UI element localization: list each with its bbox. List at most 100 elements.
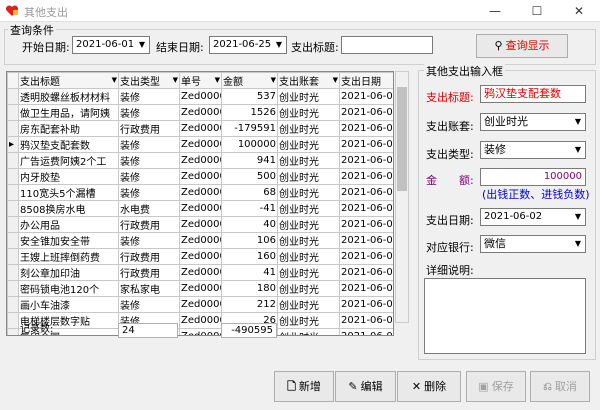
row-marker[interactable]	[7, 88, 19, 105]
table-cell[interactable]: 2021-06-06	[339, 280, 393, 297]
row-marker[interactable]	[7, 296, 19, 313]
table-cell[interactable]: 2021-06-04	[339, 168, 393, 185]
table-cell[interactable]: Zed0000	[179, 152, 222, 169]
query-button[interactable]: ⚲ 查询显示	[476, 34, 568, 58]
table-cell[interactable]: 创业时光	[277, 248, 340, 265]
table-cell[interactable]: 房东配套补助	[18, 120, 119, 137]
delete-button[interactable]: ✕ 删除	[397, 371, 461, 402]
table-cell[interactable]: 透明胶螺丝板材材料	[18, 88, 119, 105]
cancel-button[interactable]: ⎌ 取消	[530, 371, 590, 402]
table-cell[interactable]: 500	[221, 168, 278, 185]
table-cell[interactable]: 画小车油漆	[18, 296, 119, 313]
expense-table[interactable]: 支出标题 ▼ 支出类型 ▼ 单号 ▼ 金额 ▼ 支出账套 ▼ 支出日期 透明胶螺丝板材材料…	[6, 71, 394, 336]
table-cell[interactable]: 王嫂上班摔倒药费	[18, 248, 119, 265]
table-row[interactable]: 画小车油漆 装修 Zed0000 212 创业时光 2021-06-06	[7, 296, 393, 313]
table-cell[interactable]: 941	[221, 152, 278, 169]
form-amount-input[interactable]: 100000	[480, 168, 586, 186]
row-marker[interactable]	[7, 152, 19, 169]
table-cell[interactable]: 100000	[221, 136, 278, 153]
column-header[interactable]: 金额 ▼	[221, 72, 278, 89]
table-cell[interactable]: 106	[221, 232, 278, 249]
table-cell[interactable]: -41	[221, 200, 278, 217]
row-marker[interactable]	[7, 104, 19, 121]
table-cell[interactable]: 创业时光	[277, 232, 340, 249]
table-row[interactable]: 透明胶螺丝板材材料 装修 Zed0000 537 创业时光 2021-06-01	[7, 88, 393, 105]
table-cell[interactable]: 创业时光	[277, 104, 340, 121]
table-cell[interactable]: Zed0000	[179, 264, 222, 281]
table-cell[interactable]: 1526	[221, 104, 278, 121]
column-header[interactable]: 单号 ▼	[179, 72, 222, 89]
table-row[interactable]: 房东配套补助 行政费用 Zed0000 -179591 创业时光 2021-06-01	[7, 120, 393, 137]
row-marker[interactable]	[7, 216, 19, 233]
row-marker[interactable]	[7, 200, 19, 217]
table-row[interactable]: 安全锥加安全带 装修 Zed0000 106 创业时光 2021-06-06	[7, 232, 393, 249]
table-cell[interactable]: 2021-06-02	[339, 136, 393, 153]
table-cell[interactable]: 41	[221, 264, 278, 281]
form-type-select[interactable]: 装修 ▼	[480, 141, 586, 159]
table-cell[interactable]: 行政费用	[118, 248, 180, 265]
row-marker[interactable]	[7, 280, 19, 297]
close-button[interactable]: ✕	[558, 0, 600, 22]
add-button[interactable]: 🗋 新增	[274, 371, 334, 402]
table-cell[interactable]: 装修	[118, 232, 180, 249]
table-cell[interactable]: 装修	[118, 104, 180, 121]
table-cell[interactable]: 160	[221, 248, 278, 265]
table-cell[interactable]: 内牙胶垫	[18, 168, 119, 185]
edit-button[interactable]: ✎ 编辑	[335, 371, 396, 402]
row-marker[interactable]	[7, 248, 19, 265]
table-cell[interactable]: -179591	[221, 120, 278, 137]
row-marker[interactable]	[7, 168, 19, 185]
table-cell[interactable]: Zed0000	[179, 232, 222, 249]
table-cell[interactable]: 2021-06-06	[339, 248, 393, 265]
table-cell[interactable]: 刻公章加印油	[18, 264, 119, 281]
table-row[interactable]: 办公用品 行政费用 Zed0000 40 创业时光 2021-06-05	[7, 216, 393, 233]
table-cell[interactable]: 创业时光	[277, 280, 340, 297]
table-cell[interactable]: 创业时光	[277, 200, 340, 217]
table-cell[interactable]: 2021-06-05	[339, 184, 393, 201]
table-cell[interactable]: Zed0000	[179, 168, 222, 185]
table-cell[interactable]: 装修	[118, 88, 180, 105]
table-row[interactable]: 密码锁电池120个 家私家电 Zed0000 180 创业时光 2021-06-06	[7, 280, 393, 297]
table-row[interactable]: 110宽头5个漏槽 装修 Zed0000 68 创业时光 2021-06-05	[7, 184, 393, 201]
table-row[interactable]: 广告运费阿姨2个工 装修 Zed0000 941 创业时光 2021-06-03	[7, 152, 393, 169]
table-cell[interactable]: 2021-06-01	[339, 104, 393, 121]
start-date-picker[interactable]: 2021-06-01 ▼	[72, 36, 150, 54]
row-marker[interactable]	[7, 232, 19, 249]
current-row-pointer-icon[interactable]: ▸	[7, 136, 19, 153]
table-cell[interactable]: 创业时光	[277, 184, 340, 201]
query-title-input[interactable]	[341, 36, 433, 54]
table-cell[interactable]: 2021-06-06	[339, 264, 393, 281]
table-cell[interactable]: 2021-06-06	[339, 296, 393, 313]
table-cell[interactable]: 2021-06-03	[339, 152, 393, 169]
table-cell[interactable]: 行政费用	[118, 120, 180, 137]
table-cell[interactable]: 鸦汉垫支配套数	[18, 136, 119, 153]
column-header[interactable]: 支出账套 ▼	[277, 72, 340, 89]
table-cell[interactable]: 2021-06-01	[339, 120, 393, 137]
table-cell[interactable]: 创业时光	[277, 168, 340, 185]
table-cell[interactable]: 2021-06-01	[339, 88, 393, 105]
end-date-picker[interactable]: 2021-06-25 ▼	[209, 36, 287, 54]
table-row[interactable]: 做卫生用品，请阿姨 装修 Zed0000 1526 创业时光 2021-06-01	[7, 104, 393, 121]
form-bank-select[interactable]: 微信 ▼	[480, 235, 586, 253]
column-header[interactable]: 支出日期	[339, 72, 393, 89]
table-cell[interactable]: 537	[221, 88, 278, 105]
table-cell[interactable]: 广告运费阿姨2个工	[18, 152, 119, 169]
table-cell[interactable]: 创业时光	[277, 88, 340, 105]
scrollbar-thumb[interactable]	[397, 87, 407, 191]
table-cell[interactable]: 办公用品	[18, 216, 119, 233]
form-date-picker[interactable]: 2021-06-02 ▼	[480, 208, 586, 226]
table-cell[interactable]: Zed0000	[179, 120, 222, 137]
table-cell[interactable]: 密码锁电池120个	[18, 280, 119, 297]
table-cell[interactable]: 创业时光	[277, 152, 340, 169]
minimize-button[interactable]: —	[474, 0, 516, 22]
form-detail-textarea[interactable]	[424, 278, 586, 354]
row-marker[interactable]	[7, 120, 19, 137]
column-header[interactable]: 支出类型 ▼	[118, 72, 180, 89]
table-cell[interactable]: 创业时光	[277, 216, 340, 233]
table-row[interactable]: 王嫂上班摔倒药费 行政费用 Zed0000 160 创业时光 2021-06-06	[7, 248, 393, 265]
table-cell[interactable]: Zed0000	[179, 200, 222, 217]
vertical-scrollbar[interactable]	[395, 71, 409, 323]
table-cell[interactable]: Zed0000	[179, 280, 222, 297]
table-cell[interactable]: 110宽头5个漏槽	[18, 184, 119, 201]
table-cell[interactable]: 装修	[118, 184, 180, 201]
